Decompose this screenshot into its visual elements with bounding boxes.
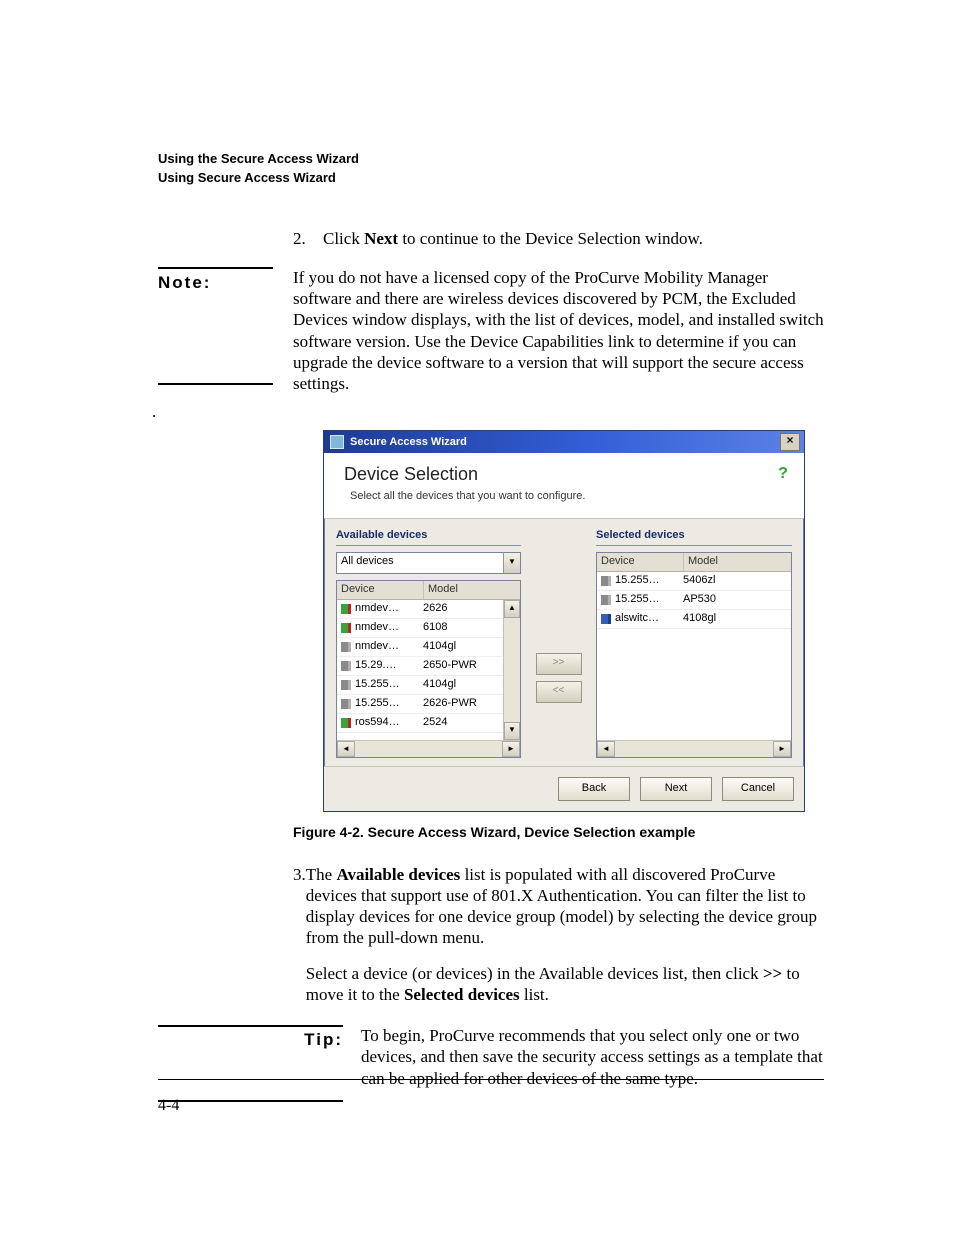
tip-label: Tip: — [158, 1025, 343, 1102]
move-right-button[interactable]: >> — [536, 653, 582, 675]
device-status-icon — [341, 699, 351, 709]
next-button[interactable]: Next — [640, 777, 712, 801]
cell-device: nmdev… — [355, 621, 419, 635]
device-filter-dropdown[interactable]: All devices ▼ — [336, 552, 521, 574]
device-status-icon — [601, 576, 611, 586]
scroll-left-icon[interactable]: ◄ — [337, 741, 355, 757]
scroll-right-icon[interactable]: ► — [502, 741, 520, 757]
horizontal-scrollbar[interactable]: ◄ ► — [597, 740, 791, 757]
cell-device: 15.255… — [615, 574, 679, 588]
step-3-para1: The Available devices list is populated … — [306, 864, 824, 949]
table-row[interactable]: nmdev…6108 — [337, 619, 520, 638]
cell-device: 15.255… — [355, 697, 419, 711]
col-device: Device — [597, 553, 684, 571]
close-icon: × — [786, 433, 793, 447]
scroll-down-icon[interactable]: ▼ — [504, 722, 520, 740]
wizard-heading: Device Selection — [344, 463, 790, 486]
cell-device: 15.29.… — [355, 659, 419, 673]
col-model: Model — [684, 553, 791, 571]
table-row[interactable]: 15.255…2626-PWR — [337, 695, 520, 714]
scroll-left-icon[interactable]: ◄ — [597, 741, 615, 757]
back-button[interactable]: Back — [558, 777, 630, 801]
device-status-icon — [601, 595, 611, 605]
titlebar[interactable]: Secure Access Wizard × — [324, 431, 804, 453]
table-row[interactable]: 15.255…5406zl — [597, 572, 791, 591]
page-number: 4-4 — [158, 1097, 179, 1115]
scroll-up-icon[interactable]: ▲ — [504, 600, 520, 618]
available-devices-grid[interactable]: Device Model nmdev…2626nmdev…6108nmdev…4… — [336, 580, 521, 758]
horizontal-scrollbar[interactable]: ◄ ► — [337, 740, 520, 757]
step-number-3: 3. — [293, 864, 306, 1020]
chevron-down-icon[interactable]: ▼ — [503, 553, 520, 573]
table-row[interactable]: nmdev…2626 — [337, 600, 520, 619]
device-status-icon — [601, 614, 611, 624]
window-title: Secure Access Wizard — [350, 436, 467, 450]
device-status-icon — [341, 680, 351, 690]
cell-model: AP530 — [679, 593, 791, 607]
running-head: Using the Secure Access Wizard Using Sec… — [158, 150, 824, 188]
step-number-2: 2. — [293, 228, 323, 249]
cell-device: nmdev… — [355, 602, 419, 616]
app-icon — [330, 435, 344, 449]
step-2-text: Click Next to continue to the Device Sel… — [323, 228, 703, 249]
col-device: Device — [337, 581, 424, 599]
col-model: Model — [424, 581, 520, 599]
device-status-icon — [341, 623, 351, 633]
table-row[interactable]: ros594…2524 — [337, 714, 520, 733]
selected-devices-label: Selected devices — [596, 529, 792, 547]
table-row[interactable]: 15.255…4104gl — [337, 676, 520, 695]
move-left-button[interactable]: << — [536, 681, 582, 703]
footer-rule — [158, 1079, 824, 1080]
cell-device: nmdev… — [355, 640, 419, 654]
vertical-scrollbar[interactable]: ▲ ▼ — [503, 600, 520, 740]
running-head-line2: Using Secure Access Wizard — [158, 169, 824, 188]
running-head-line1: Using the Secure Access Wizard — [158, 150, 824, 169]
table-row[interactable]: 15.255…AP530 — [597, 591, 791, 610]
device-status-icon — [341, 661, 351, 671]
wizard-subtitle: Select all the devices that you want to … — [350, 490, 790, 504]
table-row[interactable]: nmdev…4104gl — [337, 638, 520, 657]
figure-caption: Figure 4-2. Secure Access Wizard, Device… — [293, 824, 824, 842]
step-3-para2: Select a device (or devices) in the Avai… — [306, 963, 824, 1006]
device-status-icon — [341, 604, 351, 614]
scroll-right-icon[interactable]: ► — [773, 741, 791, 757]
table-row[interactable]: 15.29.…2650-PWR — [337, 657, 520, 676]
cell-model: 5406zl — [679, 574, 791, 588]
note-text: If you do not have a licensed copy of th… — [293, 267, 824, 395]
close-button[interactable]: × — [780, 433, 800, 451]
cell-device: alswitc… — [615, 612, 679, 626]
device-filter-value: All devices — [337, 553, 503, 573]
secure-access-wizard-window: Secure Access Wizard × Device Selection … — [323, 430, 805, 812]
help-icon[interactable]: ? — [774, 465, 792, 483]
selected-devices-grid[interactable]: Device Model 15.255…5406zl15.255…AP530al… — [596, 552, 792, 758]
cancel-button[interactable]: Cancel — [722, 777, 794, 801]
table-row[interactable]: alswitc…4108gl — [597, 610, 791, 629]
device-status-icon — [341, 718, 351, 728]
cell-model: 4108gl — [679, 612, 791, 626]
note-label: Note: — [158, 267, 273, 385]
cell-device: ros594… — [355, 716, 419, 730]
available-devices-label: Available devices — [336, 529, 521, 547]
cell-device: 15.255… — [615, 593, 679, 607]
device-status-icon — [341, 642, 351, 652]
cell-device: 15.255… — [355, 678, 419, 692]
